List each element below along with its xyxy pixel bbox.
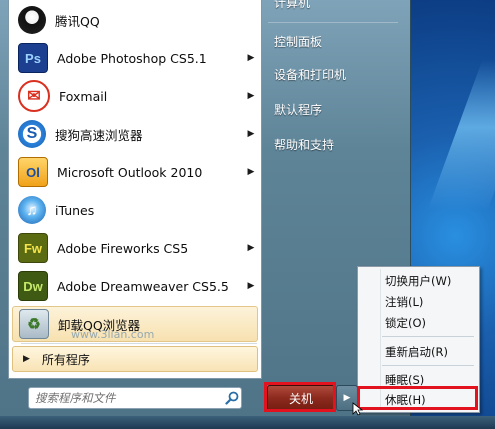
menu-divider — [382, 365, 474, 366]
mouse-cursor-icon — [352, 402, 364, 416]
submenu-arrow-icon[interactable]: ▶ — [244, 243, 258, 253]
submenu-arrow-icon[interactable]: ▶ — [244, 281, 258, 291]
foxmail-icon: ✉ — [18, 80, 50, 112]
divider — [268, 22, 398, 23]
right-link-help-support[interactable]: 帮助和支持 — [274, 136, 334, 153]
submenu-arrow-icon[interactable]: ▶ — [244, 129, 258, 139]
right-link-devices-printers[interactable]: 设备和打印机 — [274, 66, 346, 83]
outlook-icon: Ol — [18, 157, 48, 187]
program-list: 腾讯QQ Ps Adobe Photoshop CS5.1 ▶ ✉ Foxmai… — [8, 0, 262, 379]
program-item-itunes[interactable]: ♫ iTunes — [12, 192, 258, 228]
submenu-arrow-icon[interactable]: ▶ — [244, 91, 258, 101]
program-item-dreamweaver[interactable]: Dw Adobe Dreamweaver CS5.5 ▶ — [12, 268, 258, 304]
program-item-sogou[interactable]: S 搜狗高速浏览器 ▶ — [12, 116, 258, 152]
submenu-arrow-icon[interactable]: ▶ — [244, 53, 258, 63]
itunes-icon: ♫ — [18, 196, 46, 224]
program-label: 搜狗高速浏览器 — [55, 127, 143, 143]
arrow-right-icon: ▶ — [343, 393, 351, 403]
watermark: www.3lian.com — [71, 328, 155, 341]
program-item-fireworks[interactable]: Fw Adobe Fireworks CS5 ▶ — [12, 230, 258, 266]
menu-divider — [382, 336, 474, 337]
program-label: Adobe Fireworks CS5 — [57, 240, 189, 256]
all-programs-button[interactable]: ▶ 所有程序 — [12, 346, 258, 372]
program-item-qq[interactable]: 腾讯QQ — [12, 2, 258, 38]
program-label: Microsoft Outlook 2010 — [57, 164, 203, 180]
search-input[interactable]: 搜索程序和文件 — [28, 387, 242, 409]
menu-item-restart[interactable]: 重新启动(R) — [385, 344, 448, 360]
menu-item-switch-user[interactable]: 切换用户(W) — [385, 273, 451, 289]
program-label: 腾讯QQ — [55, 13, 100, 29]
program-label: Foxmail — [59, 88, 108, 104]
menu-item-logoff[interactable]: 注销(L) — [385, 294, 423, 310]
arrow-right-icon: ▶ — [23, 354, 30, 364]
menu-item-lock[interactable]: 锁定(O) — [385, 315, 426, 331]
search-placeholder: 搜索程序和文件 — [35, 391, 116, 405]
recycle-bin-icon: ♻ — [19, 309, 49, 339]
program-label: Adobe Dreamweaver CS5.5 — [57, 278, 229, 294]
all-programs-label: 所有程序 — [41, 352, 90, 367]
highlight-frame-shutdown — [264, 382, 336, 412]
fireworks-icon: Fw — [18, 233, 48, 263]
program-item-outlook[interactable]: Ol Microsoft Outlook 2010 ▶ — [12, 154, 258, 190]
highlight-frame-hibernate — [357, 386, 478, 410]
start-menu: 腾讯QQ Ps Adobe Photoshop CS5.1 ▶ ✉ Foxmai… — [0, 0, 411, 429]
program-label: iTunes — [55, 202, 95, 218]
divider — [21, 343, 257, 344]
sogou-browser-icon: S — [18, 120, 46, 148]
right-link-control-panel[interactable]: 控制面板 — [274, 33, 322, 50]
program-item-photoshop[interactable]: Ps Adobe Photoshop CS5.1 ▶ — [12, 40, 258, 76]
search-icon[interactable] — [223, 389, 241, 407]
dreamweaver-icon: Dw — [18, 271, 48, 301]
program-label: Adobe Photoshop CS5.1 — [57, 50, 207, 66]
qq-penguin-icon — [18, 6, 46, 34]
program-item-foxmail[interactable]: ✉ Foxmail ▶ — [12, 78, 258, 114]
taskbar — [0, 416, 495, 429]
submenu-arrow-icon[interactable]: ▶ — [244, 167, 258, 177]
right-link-default-programs[interactable]: 默认程序 — [274, 101, 322, 118]
right-link-computer[interactable]: 计算机 — [274, 0, 310, 11]
photoshop-icon: Ps — [18, 43, 48, 73]
